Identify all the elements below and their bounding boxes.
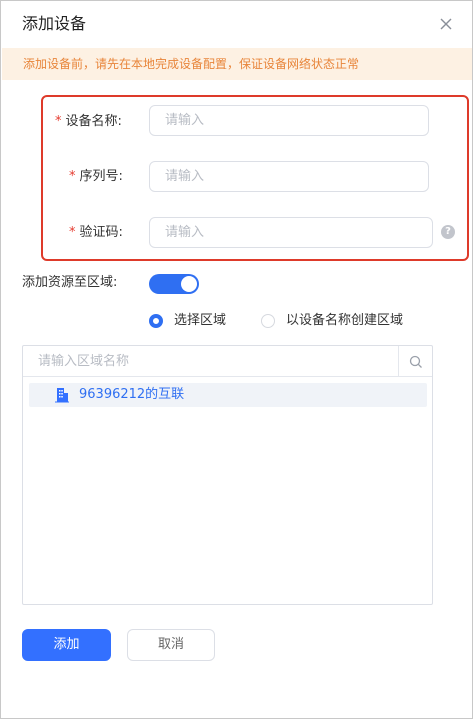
radio-create-region-label: 以设备名称创建区域 <box>286 313 404 328</box>
cancel-button[interactable]: 取消 <box>127 629 215 661</box>
add-device-dialog: 添加设备 添加设备前，请先在本地完成设备配置，保证设备网络状态正常 * 设备名称:… <box>0 0 473 719</box>
device-name-label-text: 设备名称: <box>65 114 122 129</box>
device-name-input[interactable] <box>149 105 429 136</box>
notice-bar: 添加设备前，请先在本地完成设备配置，保证设备网络状态正常 <box>2 48 472 80</box>
search-icon <box>409 355 422 368</box>
serial-number-label: * 序列号: <box>69 168 123 186</box>
close-icon[interactable] <box>436 14 456 34</box>
region-tree-panel: 96396212的互联 <box>22 345 433 605</box>
verify-code-input[interactable] <box>149 217 433 248</box>
toggle-knob <box>181 276 197 292</box>
radio-checked-icon <box>149 314 163 328</box>
radio-unchecked-icon <box>261 314 275 328</box>
add-to-region-toggle[interactable] <box>149 274 199 294</box>
required-mark: * <box>69 225 76 240</box>
tree-node-region[interactable]: 96396212的互联 <box>29 383 427 407</box>
required-mark: * <box>55 114 62 129</box>
notice-text: 添加设备前，请先在本地完成设备配置，保证设备网络状态正常 <box>23 57 360 71</box>
add-to-region-label: 添加资源至区域: <box>22 275 118 290</box>
serial-number-label-text: 序列号: <box>79 169 123 184</box>
device-name-label: * 设备名称: <box>55 113 122 131</box>
add-button[interactable]: 添加 <box>22 629 111 661</box>
radio-select-region-label: 选择区域 <box>174 313 227 328</box>
building-icon <box>55 388 69 403</box>
tree-node-label: 96396212的互联 <box>79 387 185 402</box>
question-circle-icon[interactable]: ? <box>441 225 455 239</box>
verify-code-label-text: 验证码: <box>79 225 123 240</box>
verify-code-label: * 验证码: <box>69 224 123 242</box>
region-search-input[interactable] <box>23 346 399 377</box>
serial-number-input[interactable] <box>149 161 429 192</box>
search-button[interactable] <box>398 346 432 377</box>
required-mark: * <box>69 169 76 184</box>
dialog-title: 添加设备 <box>22 14 87 33</box>
